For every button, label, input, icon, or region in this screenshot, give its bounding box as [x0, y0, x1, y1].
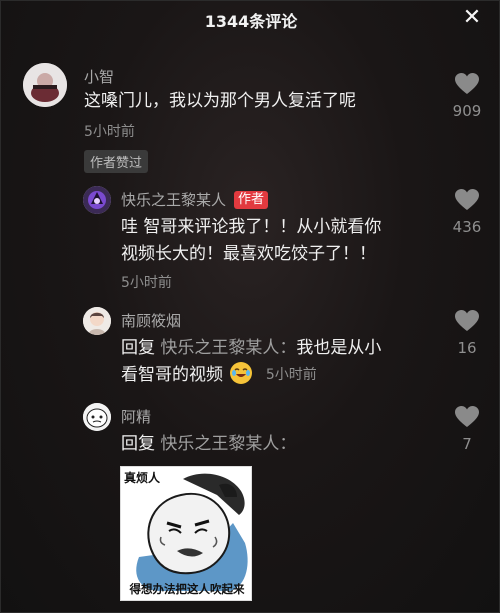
- like-button[interactable]: 7: [447, 405, 487, 453]
- author-liked-badge: 作者赞过: [84, 150, 149, 173]
- like-count: 436: [452, 218, 482, 236]
- sticker-caption-bottom: 得想办法把这人吹起来: [129, 582, 245, 596]
- avatar[interactable]: [83, 403, 111, 431]
- username[interactable]: 小智: [84, 66, 114, 87]
- comments-header: 1344条评论 ✕: [1, 1, 500, 39]
- comment-time: 5小时前: [121, 275, 172, 291]
- reply-text: 我也是从小: [296, 338, 382, 358]
- comment-text-line: 哇 智哥来评论我了！！从小就看你: [121, 217, 382, 237]
- avatar[interactable]: [23, 63, 67, 107]
- comment-text: 回复 快乐之王黎某人：: [121, 431, 296, 458]
- reply-prefix: 回复: [121, 434, 155, 454]
- author-tag: 作者: [234, 191, 269, 209]
- comment-text: 哇 智哥来评论我了！！从小就看你 视频长大的！最喜欢吃饺子了！！: [121, 214, 381, 268]
- avatar[interactable]: [83, 307, 111, 335]
- comments-panel: 1344条评论 ✕ 小智 这嗓门儿，我以为那个男人复活了呢 5小时前 作者赞过 …: [0, 0, 500, 613]
- like-count: 7: [462, 435, 472, 453]
- reply-prefix: 回复: [121, 338, 155, 358]
- username-text[interactable]: 快乐之王黎某人: [121, 191, 226, 209]
- username[interactable]: 南顾筱烟: [121, 310, 181, 331]
- like-button[interactable]: 16: [447, 309, 487, 357]
- heart-icon: [455, 189, 479, 210]
- username[interactable]: 快乐之王黎某人 作者: [121, 189, 269, 210]
- comment-text-line: 视频长大的！最喜欢吃饺子了！！: [121, 244, 376, 264]
- like-count: 909: [452, 102, 482, 120]
- avatar[interactable]: [83, 186, 111, 214]
- heart-icon: [455, 73, 479, 94]
- like-button[interactable]: 909: [447, 72, 487, 120]
- heart-icon: [455, 310, 479, 331]
- comment-text: 这嗓门儿，我以为那个男人复活了呢: [84, 91, 356, 111]
- comment-text: 回复 快乐之王黎某人：我也是从小 看智哥的视频 5小时前: [121, 335, 381, 389]
- comment-text-line: 看智哥的视频 5小时前: [121, 362, 381, 389]
- comment-count-title: 1344条评论: [204, 12, 298, 31]
- sticker-caption-top: 真烦人: [124, 471, 161, 485]
- comment-time: 5小时前: [265, 367, 317, 383]
- reply-target[interactable]: 快乐之王黎某人：: [160, 434, 296, 454]
- meme-sticker-image[interactable]: 真烦人 得想办法把这人吹起来: [120, 466, 252, 601]
- reply-text: 看智哥的视频: [121, 365, 223, 385]
- comment-time: 5小时前: [84, 124, 135, 140]
- close-icon[interactable]: ✕: [461, 7, 483, 29]
- reply-target[interactable]: 快乐之王黎某人：: [160, 338, 296, 358]
- username[interactable]: 阿精: [121, 406, 151, 427]
- crying-laughing-emoji-icon: [230, 362, 253, 384]
- comment-text-line: 回复 快乐之王黎某人：我也是从小: [121, 335, 381, 362]
- like-button[interactable]: 436: [447, 188, 487, 236]
- heart-icon: [455, 406, 479, 427]
- like-count: 16: [457, 339, 477, 357]
